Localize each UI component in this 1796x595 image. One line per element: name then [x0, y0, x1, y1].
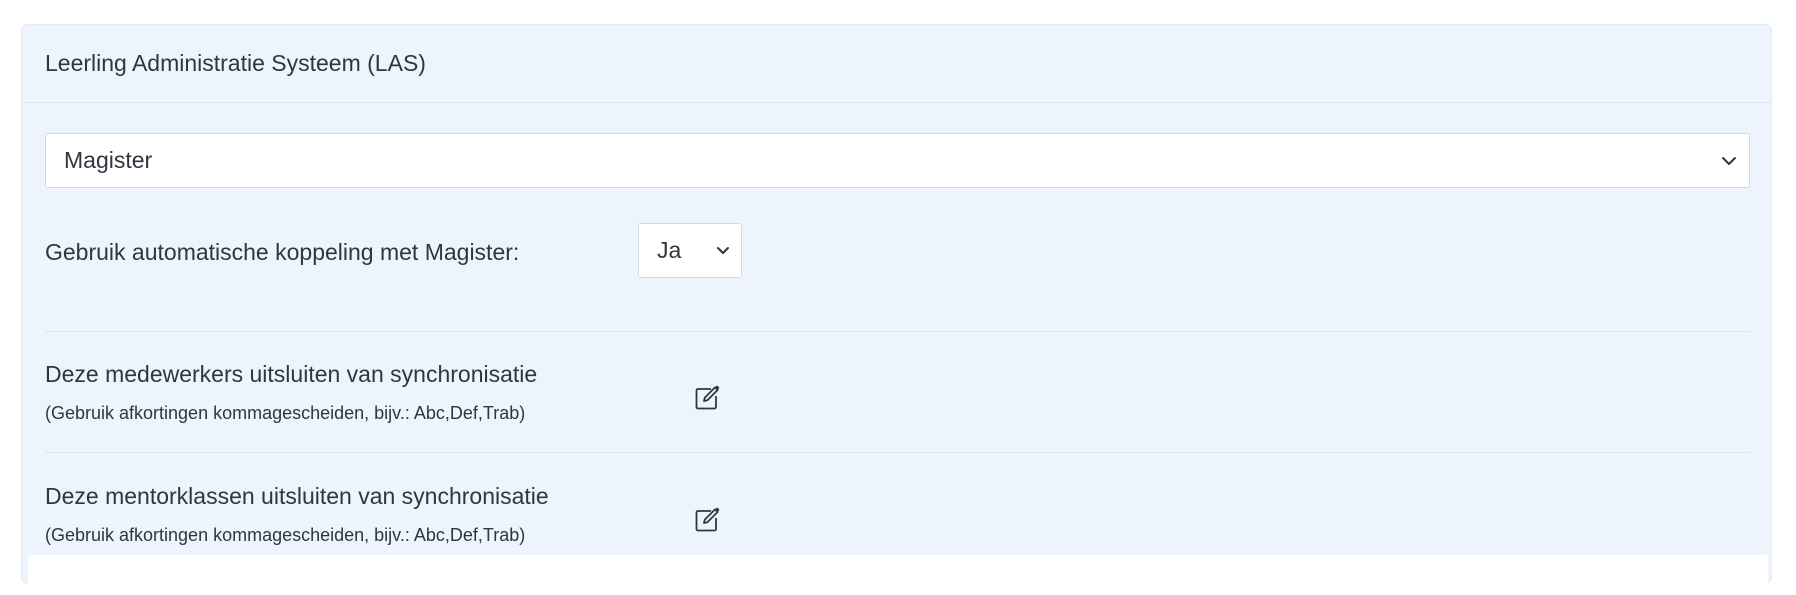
exclude-staff-row: Deze medewerkers uitsluiten van synchron…	[45, 353, 1750, 443]
exclude-classes-hint: (Gebruik afkortingen kommagescheiden, bi…	[45, 525, 526, 545]
auto-link-label: Gebruik automatische koppeling met Magis…	[45, 239, 520, 265]
auto-link-select[interactable]: Ja	[638, 223, 742, 278]
exclude-staff-label: Deze medewerkers uitsluiten van synchron…	[45, 361, 538, 387]
las-system-select[interactable]: Magister	[45, 133, 1750, 188]
chevron-down-icon	[1722, 156, 1736, 165]
divider	[45, 331, 1750, 332]
card-header: Leerling Administratie Systeem (LAS)	[22, 25, 1771, 103]
card-title: Leerling Administratie Systeem (LAS)	[45, 50, 426, 76]
exclude-classes-row: Deze mentorklassen uitsluiten van synchr…	[45, 475, 1750, 565]
edit-icon[interactable]	[693, 506, 721, 534]
exclude-staff-hint: (Gebruik afkortingen kommagescheiden, bi…	[45, 403, 526, 423]
next-section-strip	[28, 555, 1768, 595]
auto-link-row: Gebruik automatische koppeling met Magis…	[45, 223, 1750, 283]
exclude-classes-label: Deze mentorklassen uitsluiten van synchr…	[45, 483, 549, 509]
divider	[45, 452, 1750, 453]
chevron-down-icon	[717, 246, 729, 254]
edit-icon[interactable]	[693, 384, 721, 412]
las-system-select-value: Magister	[64, 147, 153, 173]
las-settings-card: Leerling Administratie Systeem (LAS) Mag…	[21, 24, 1772, 595]
auto-link-select-value: Ja	[657, 237, 682, 263]
